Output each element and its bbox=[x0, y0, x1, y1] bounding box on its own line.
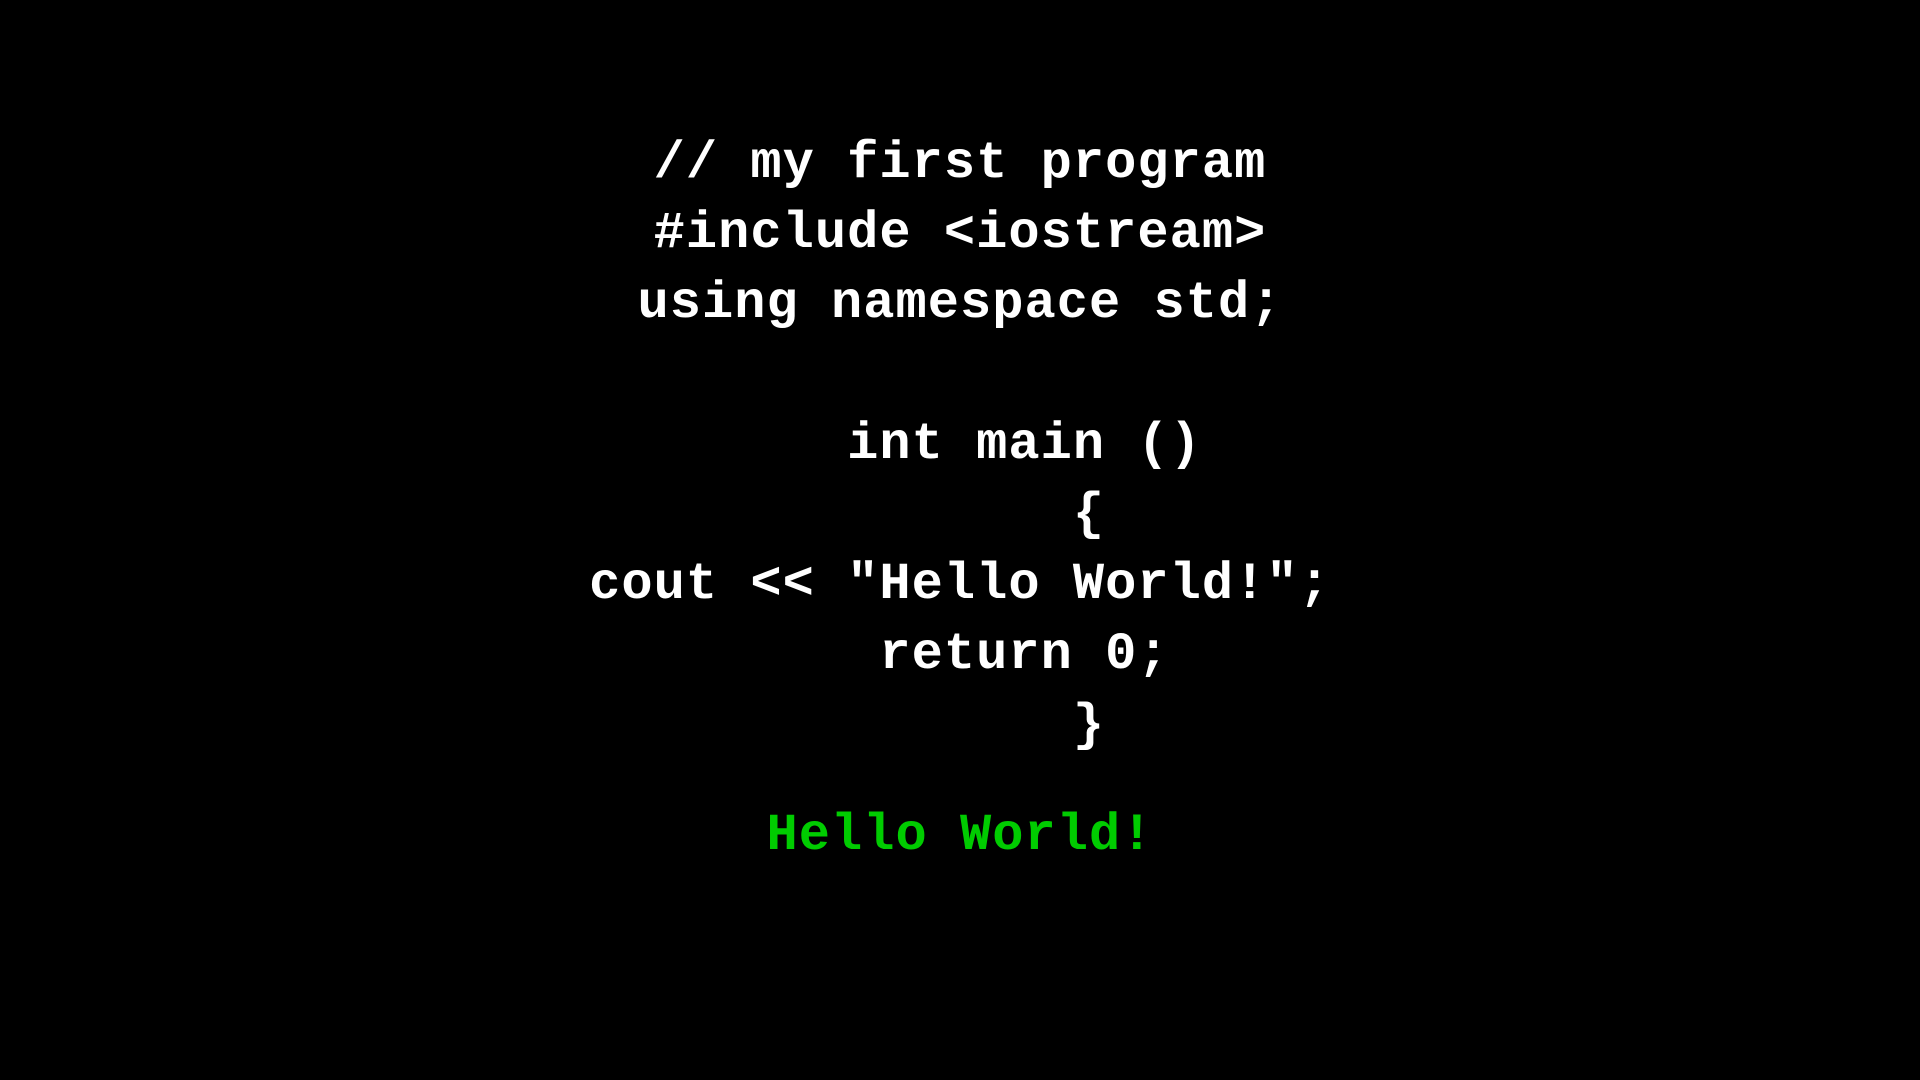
line-include: #include <iostream> bbox=[654, 199, 1267, 269]
line-open-brace: { bbox=[815, 480, 1105, 550]
output-text: Hello World! bbox=[767, 801, 1154, 871]
line-close-brace: } bbox=[815, 691, 1105, 761]
line-main: int main () bbox=[718, 410, 1202, 480]
line-namespace: using namespace std; bbox=[638, 269, 1283, 339]
line-comment: // my first program bbox=[654, 129, 1267, 199]
line-return: return 0; bbox=[750, 620, 1169, 690]
code-display: // my first program #include <iostream> … bbox=[589, 129, 1331, 871]
line-cout: cout << "Hello World!"; bbox=[589, 550, 1331, 620]
line-blank bbox=[944, 340, 976, 410]
